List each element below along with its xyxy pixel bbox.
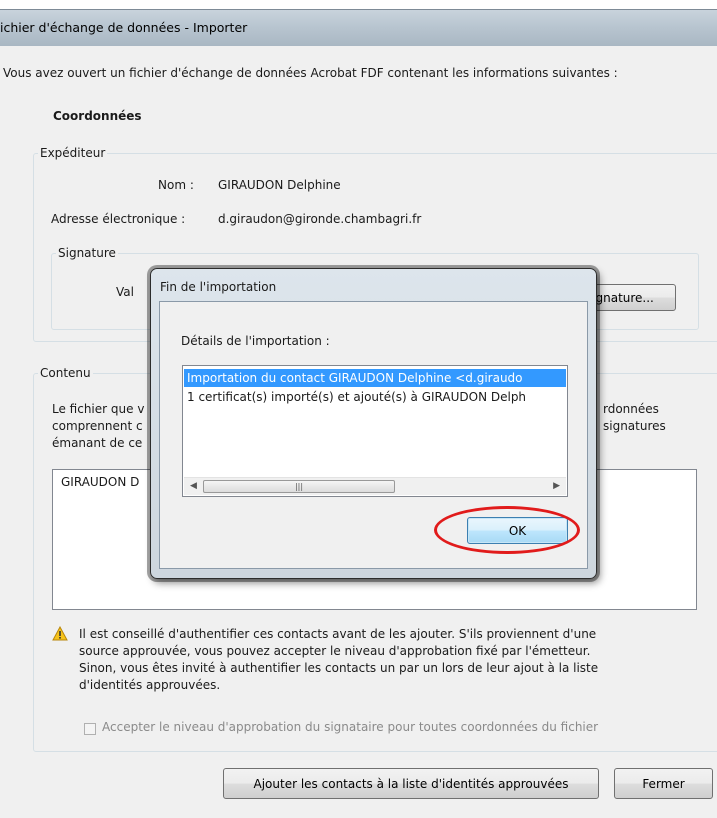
contents-description-line: comprennent c xyxy=(52,419,143,433)
email-label: Adresse électronique : xyxy=(51,212,186,226)
section-title: Coordonnées xyxy=(53,109,142,123)
scrollbar-thumb[interactable]: ||| xyxy=(203,480,395,493)
import-details-label: Détails de l'importation : xyxy=(181,334,330,348)
warning-text: Il est conseillé d'authentifier ces cont… xyxy=(79,626,598,694)
grip-icon: ||| xyxy=(294,482,304,491)
email-value: d.giraudon@gironde.chambagri.fr xyxy=(218,212,422,226)
warning-line: Il est conseillé d'authentifier ces cont… xyxy=(79,627,597,641)
window-title: ichier d'échange de données - Importer xyxy=(0,20,248,35)
warning-line: d'identités approuvées. xyxy=(79,678,221,692)
import-detail-item[interactable]: 1 certificat(s) importé(s) et ajouté(s) … xyxy=(184,388,566,406)
approval-checkbox[interactable] xyxy=(84,723,96,735)
approval-checkbox-label: Accepter le niveau d'approbation du sign… xyxy=(102,720,599,734)
name-label: Nom : xyxy=(158,178,194,192)
contents-legend: Contenu xyxy=(40,366,91,380)
contents-description-right: rdonnées signatures xyxy=(603,401,666,435)
annotation-ring xyxy=(434,506,580,554)
name-value: GIRAUDON Delphine xyxy=(218,178,341,192)
title-bar: ichier d'échange de données - Importer xyxy=(0,9,717,46)
add-contacts-button[interactable]: Ajouter les contacts à la liste d'identi… xyxy=(223,768,599,799)
intro-text: Vous avez ouvert un fichier d'échange de… xyxy=(3,66,618,80)
warning-icon xyxy=(52,626,68,641)
sender-legend: Expéditeur xyxy=(40,146,106,160)
contents-description-line: rdonnées xyxy=(603,402,659,416)
signature-validity-label: Val xyxy=(116,285,134,299)
dialog-title: Fin de l'importation xyxy=(160,280,277,294)
scroll-right-icon[interactable]: ▶ xyxy=(553,481,560,491)
import-detail-item[interactable]: Importation du contact GIRAUDON Delphine… xyxy=(184,369,566,387)
scroll-left-icon[interactable]: ◀ xyxy=(190,481,197,491)
import-details-list[interactable]: Importation du contact GIRAUDON Delphine… xyxy=(182,365,568,497)
warning-line: source approuvée, vous pouvez accepter l… xyxy=(79,644,591,658)
warning-line: Sinon, vous êtes invité à authentifier l… xyxy=(79,661,599,675)
horizontal-scrollbar[interactable]: ◀ ||| ▶ xyxy=(184,477,566,495)
signature-legend: Signature xyxy=(58,246,116,260)
contents-description: Le fichier que v comprennent c émanant d… xyxy=(52,401,144,452)
close-button[interactable]: Fermer xyxy=(614,768,713,799)
contents-description-line: Le fichier que v xyxy=(52,402,145,416)
contents-description-line: signatures xyxy=(603,419,666,433)
contents-description-line: émanant de ce xyxy=(52,436,143,450)
contact-list-item[interactable]: GIRAUDON D xyxy=(61,475,139,489)
